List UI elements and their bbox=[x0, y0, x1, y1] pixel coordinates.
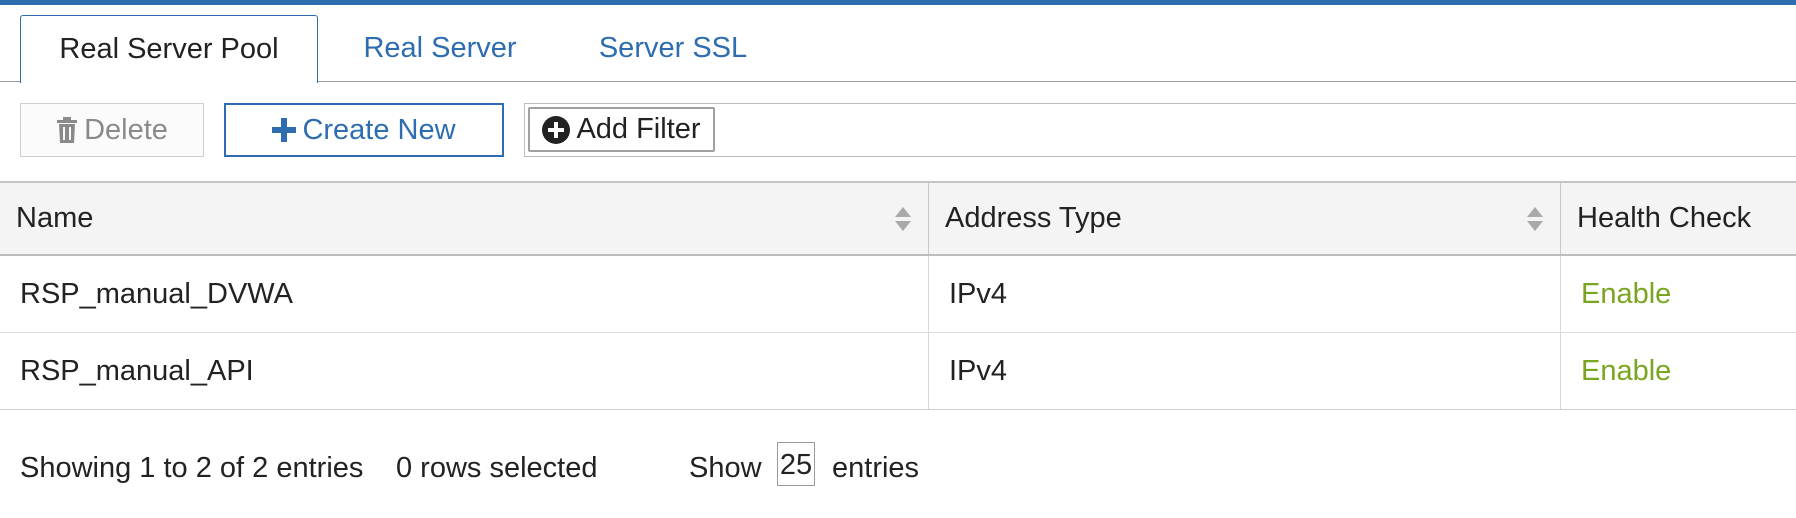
entries-info: Showing 1 to 2 of 2 entries bbox=[20, 452, 364, 484]
entries-label: entries bbox=[832, 452, 920, 484]
delete-button-label: Delete bbox=[84, 113, 168, 146]
column-header-label: Health Check bbox=[1577, 202, 1752, 234]
table-row[interactable]: RSP_manual_API IPv4 Enable bbox=[0, 333, 1796, 410]
cell-address-type: IPv4 bbox=[928, 256, 1560, 332]
table-row[interactable]: RSP_manual_DVWA IPv4 Enable bbox=[0, 256, 1796, 333]
delete-button[interactable]: Delete bbox=[20, 103, 204, 157]
create-new-button-label: Create New bbox=[302, 113, 456, 146]
page-size-select[interactable]: 25 bbox=[777, 442, 815, 486]
show-label: Show bbox=[689, 452, 762, 484]
tab-real-server-pool[interactable]: Real Server Pool bbox=[20, 15, 318, 83]
sort-icon[interactable] bbox=[894, 207, 912, 231]
column-header-health-check[interactable]: Health Check bbox=[1560, 183, 1796, 254]
trash-icon bbox=[56, 117, 78, 143]
plus-circle-icon bbox=[542, 115, 571, 144]
cell-address-type: IPv4 bbox=[928, 333, 1560, 409]
table-footer: Showing 1 to 2 of 2 entries 0 rows selec… bbox=[0, 440, 1796, 496]
tab-bar: Real Server Pool Real Server Server SSL bbox=[0, 5, 1796, 83]
selected-count: 0 rows selected bbox=[396, 452, 598, 484]
plus-icon bbox=[272, 118, 297, 142]
column-header-label: Address Type bbox=[945, 202, 1122, 234]
cell-health-check: Enable bbox=[1560, 256, 1796, 332]
column-header-address-type[interactable]: Address Type bbox=[928, 183, 1560, 254]
create-new-button[interactable]: Create New bbox=[224, 103, 504, 157]
add-filter-button-label: Add Filter bbox=[576, 113, 701, 145]
table-header: Name Address Type Health Check bbox=[0, 181, 1796, 256]
column-header-label: Name bbox=[16, 202, 94, 234]
sort-icon[interactable] bbox=[1526, 207, 1544, 231]
cell-name: RSP_manual_API bbox=[20, 355, 254, 387]
tab-real-server[interactable]: Real Server bbox=[350, 15, 530, 81]
cell-health-check: Enable bbox=[1560, 333, 1796, 409]
cell-name: RSP_manual_DVWA bbox=[20, 278, 293, 310]
column-header-name[interactable]: Name bbox=[0, 183, 928, 254]
add-filter-button[interactable]: Add Filter bbox=[528, 107, 715, 152]
tab-server-ssl[interactable]: Server SSL bbox=[590, 15, 756, 81]
